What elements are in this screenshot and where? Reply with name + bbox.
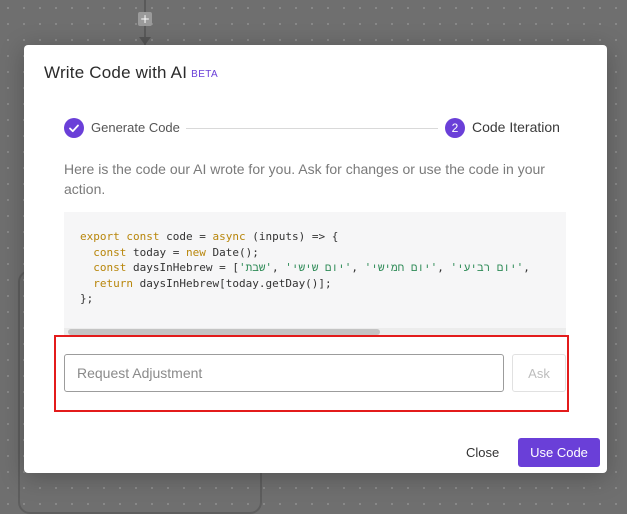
write-code-modal: Write Code with AI BETA Generate Code 2 C… (24, 45, 607, 473)
connector-arrow-icon (139, 37, 151, 45)
ask-button[interactable]: Ask (512, 354, 566, 392)
check-icon (69, 124, 79, 133)
step-2-label: Code Iteration (472, 119, 560, 135)
step-divider (186, 128, 438, 129)
use-code-button[interactable]: Use Code (518, 438, 600, 467)
stepper: Generate Code 2 Code Iteration (64, 118, 566, 140)
code-text: export const code = async (inputs) => { … (80, 230, 537, 305)
modal-title-text: Write Code with AI (44, 63, 188, 82)
beta-badge: BETA (191, 69, 219, 80)
step-1-check (64, 118, 84, 138)
add-step-icon[interactable]: + (138, 12, 152, 26)
code-block[interactable]: export const code = async (inputs) => { … (64, 212, 566, 336)
modal-title: Write Code with AI BETA (44, 63, 218, 83)
step-1-label: Generate Code (91, 120, 180, 135)
close-button[interactable]: Close (454, 438, 511, 466)
request-adjustment-input[interactable] (64, 354, 504, 392)
step-2-number: 2 (445, 118, 465, 138)
description: Here is the code our AI wrote for you. A… (64, 161, 545, 197)
